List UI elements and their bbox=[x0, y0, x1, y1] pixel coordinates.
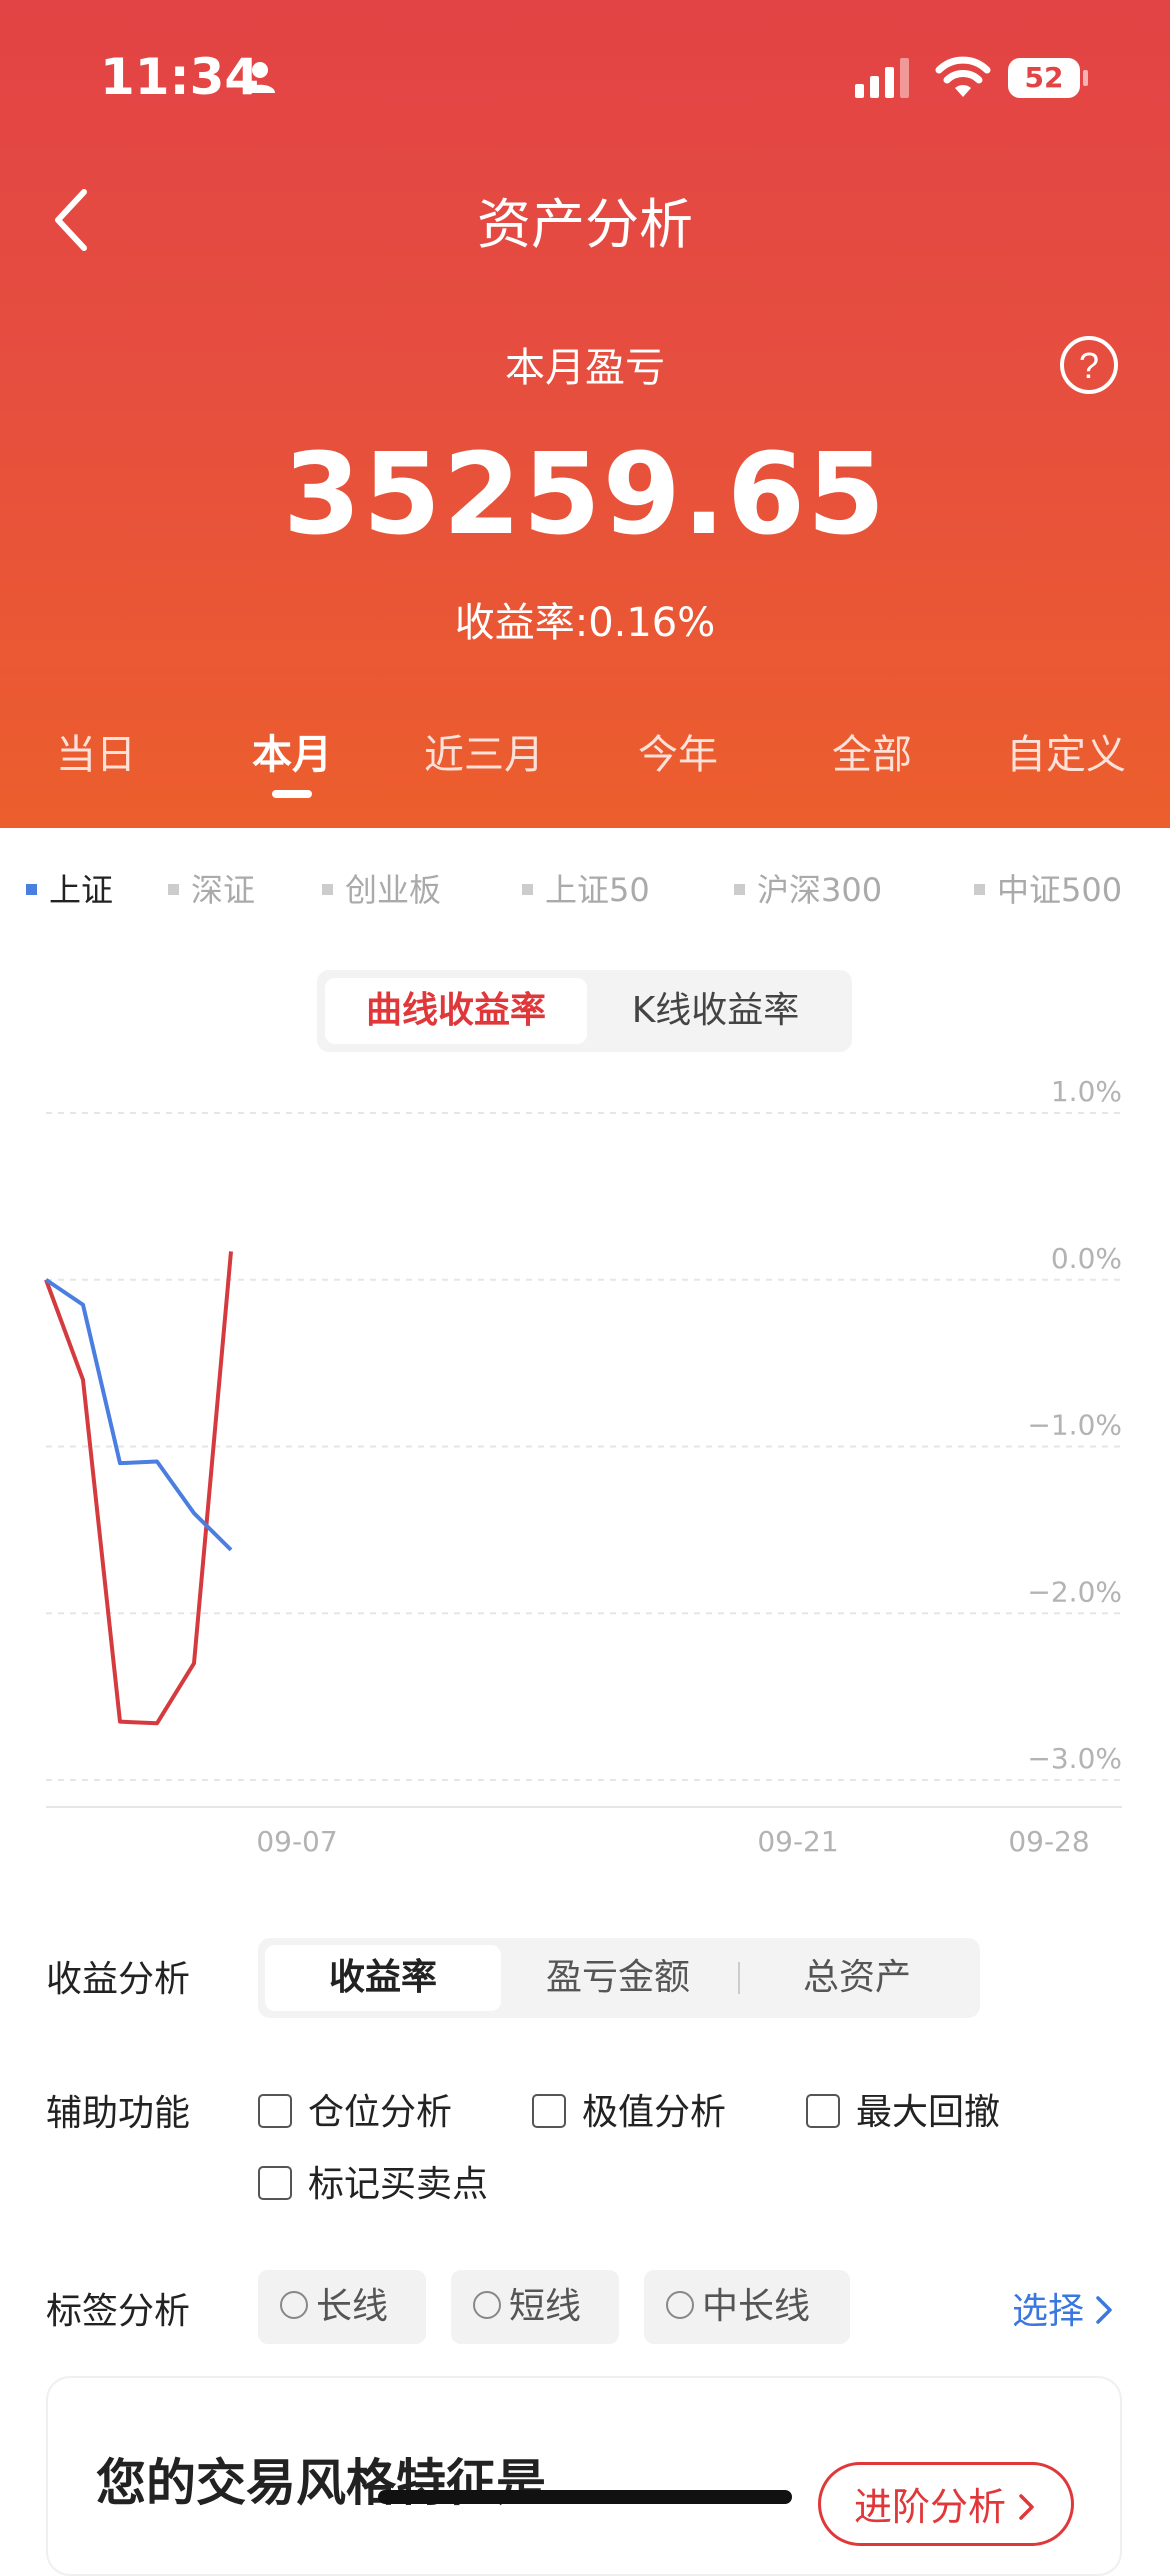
radio-icon bbox=[473, 2291, 501, 2319]
header: 11:34 52 资产分析 本月盈亏 ? 35259.65 收益率:0.16% … bbox=[0, 0, 1170, 828]
profit-analysis-label: 收益分析 bbox=[46, 1959, 191, 2000]
tab-today[interactable]: 当日 bbox=[16, 722, 176, 780]
index-yield-line bbox=[44, 1278, 233, 1552]
x-tick-label: 09-07 bbox=[256, 1825, 337, 1858]
profit-analysis-selector: 收益率 盈亏金额 总资产 bbox=[258, 1938, 980, 2018]
help-icon[interactable]: ? bbox=[1058, 334, 1120, 396]
advanced-analysis-button[interactable]: 进阶分析 bbox=[818, 2462, 1074, 2546]
mark-trades-checkbox[interactable]: 标记买卖点 bbox=[258, 2155, 488, 2207]
trading-style-title: 您的交易风格特征是... bbox=[96, 2454, 603, 2512]
home-indicator bbox=[378, 2490, 792, 2504]
index-csi300[interactable]: 沪深300 bbox=[734, 865, 882, 911]
chevron-right-icon bbox=[1019, 2493, 1034, 2520]
yield-rate: 收益率:0.16% bbox=[454, 600, 716, 646]
checkbox-icon bbox=[532, 2094, 566, 2128]
pnl-amount-option[interactable]: 盈亏金额 bbox=[503, 1945, 733, 2011]
y-tick-label: 0.0% bbox=[1051, 1242, 1122, 1275]
battery-icon: 52 bbox=[1008, 58, 1088, 98]
kline-yield-button[interactable]: K线收益率 bbox=[587, 978, 844, 1044]
y-tick-label: −2.0% bbox=[1027, 1575, 1122, 1608]
tag-analysis-label: 标签分析 bbox=[46, 2291, 191, 2332]
total-assets-option[interactable]: 总资产 bbox=[742, 1945, 972, 2011]
person-icon bbox=[245, 62, 275, 93]
summary-label: 本月盈亏 bbox=[505, 345, 665, 391]
chevron-right-icon bbox=[1096, 2296, 1112, 2324]
x-tick-label: 09-21 bbox=[757, 1825, 838, 1858]
position-analysis-checkbox[interactable]: 仓位分析 bbox=[258, 2083, 452, 2135]
tag-long-term[interactable]: 长线 bbox=[258, 2270, 426, 2344]
checkbox-icon bbox=[806, 2094, 840, 2128]
active-tab-indicator bbox=[272, 790, 312, 798]
index-chinext[interactable]: 创业板 bbox=[322, 865, 441, 911]
extreme-analysis-checkbox[interactable]: 极值分析 bbox=[532, 2083, 726, 2135]
index-sse[interactable]: 上证 bbox=[26, 865, 113, 911]
aux-functions-label: 辅助功能 bbox=[46, 2093, 191, 2134]
curve-yield-button[interactable]: 曲线收益率 bbox=[325, 978, 587, 1044]
y-tick-label: 1.0% bbox=[1051, 1075, 1122, 1108]
radio-icon bbox=[280, 2291, 308, 2319]
status-time: 11:34 bbox=[100, 48, 260, 106]
tag-short-term[interactable]: 短线 bbox=[451, 2270, 619, 2344]
tab-three-months[interactable]: 近三月 bbox=[404, 722, 564, 780]
tab-all[interactable]: 全部 bbox=[792, 722, 952, 780]
max-drawdown-checkbox[interactable]: 最大回撤 bbox=[806, 2083, 1000, 2135]
tab-custom[interactable]: 自定义 bbox=[986, 722, 1146, 780]
index-szse[interactable]: 深证 bbox=[168, 865, 255, 911]
y-tick-label: −3.0% bbox=[1027, 1742, 1122, 1775]
tab-this-month[interactable]: 本月 bbox=[212, 722, 372, 780]
index-sse50[interactable]: 上证50 bbox=[522, 865, 650, 911]
radio-icon bbox=[666, 2291, 694, 2319]
wifi-icon bbox=[935, 56, 991, 97]
page-title: 资产分析 bbox=[477, 193, 693, 256]
battery-level: 52 bbox=[1008, 58, 1080, 98]
yield-rate-option[interactable]: 收益率 bbox=[265, 1945, 501, 2011]
index-csi500[interactable]: 中证500 bbox=[974, 865, 1122, 911]
tag-mid-long-term[interactable]: 中长线 bbox=[644, 2270, 850, 2344]
chart-type-toggle: 曲线收益率 K线收益率 bbox=[317, 970, 852, 1052]
profit-value: 35259.65 bbox=[282, 430, 888, 560]
cellular-signal-icon bbox=[855, 58, 909, 98]
trading-style-card: 您的交易风格特征是... 进阶分析 bbox=[46, 2376, 1122, 2576]
checkbox-icon bbox=[258, 2166, 292, 2200]
checkbox-icon bbox=[258, 2094, 292, 2128]
select-tags-link[interactable]: 选择 bbox=[1012, 2282, 1116, 2334]
svg-text:?: ? bbox=[1079, 345, 1099, 386]
y-tick-label: −1.0% bbox=[1027, 1409, 1122, 1442]
tab-this-year[interactable]: 今年 bbox=[598, 722, 758, 780]
divider bbox=[738, 1962, 740, 1994]
x-tick-label: 09-28 bbox=[1008, 1825, 1089, 1858]
yield-chart: 1.0% 0.0% −1.0% −2.0% −3.0% 09-07 09-21 09-28 bbox=[44, 1075, 1122, 1858]
account-yield-line bbox=[44, 1251, 233, 1726]
